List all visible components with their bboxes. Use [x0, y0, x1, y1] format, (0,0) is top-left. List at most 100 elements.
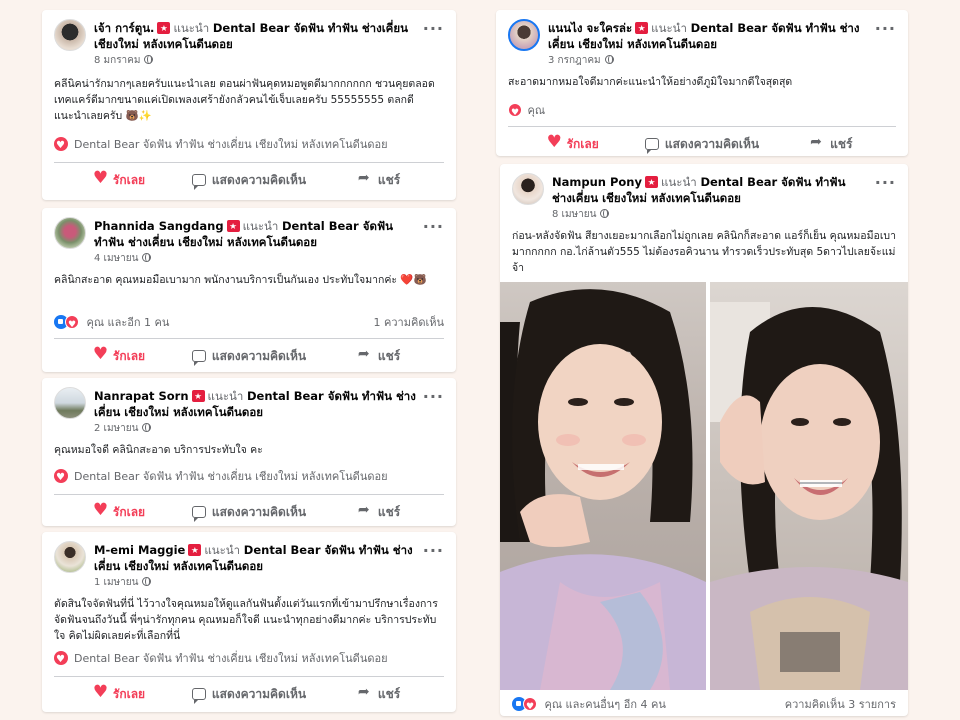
post-date-row: 3 กรกฎาคม: [548, 53, 868, 69]
after-photo[interactable]: [710, 282, 908, 690]
reaction-stats: คุณ และอีก 1 คน 1 ความคิดเห็น: [42, 312, 456, 336]
review-post: แนนไง จะใครล่ะ แนะนำ Dental Bear จัดฟัน ท…: [496, 10, 908, 156]
action-bar: รักเลย แสดงความคิดเห็น แชร์: [42, 495, 456, 526]
more-options-icon[interactable]: ···: [875, 21, 896, 37]
comment-icon: [191, 687, 206, 704]
love-button[interactable]: รักเลย: [54, 682, 184, 704]
comment-label: แสดงความคิดเห็น: [211, 504, 307, 519]
share-button[interactable]: แชร์: [767, 134, 896, 154]
globe-icon: [142, 577, 152, 586]
share-icon: [358, 502, 372, 518]
comment-button[interactable]: แสดงความคิดเห็น: [637, 135, 766, 154]
reaction-count[interactable]: คุณ และคนอื่นๆ อีก 4 คน: [545, 698, 666, 711]
love-label: รักเลย: [112, 172, 146, 187]
share-label: แชร์: [377, 504, 401, 519]
avatar[interactable]: [54, 541, 86, 573]
comment-label: แสดงความคิดเห็น: [211, 172, 307, 187]
comment-icon: [191, 505, 206, 522]
share-button[interactable]: แชร์: [314, 684, 444, 704]
more-options-icon[interactable]: ···: [423, 543, 444, 559]
love-label: รักเลย: [112, 348, 146, 363]
share-icon: [810, 134, 824, 150]
love-label: รักเลย: [112, 686, 146, 701]
recommend-icon: [635, 22, 649, 34]
share-icon: [358, 684, 372, 700]
share-label: แชร์: [377, 348, 401, 363]
comment-button[interactable]: แสดงความคิดเห็น: [184, 685, 314, 704]
love-button[interactable]: รักเลย: [508, 132, 637, 154]
share-label: แชร์: [830, 136, 853, 151]
love-button[interactable]: รักเลย: [54, 500, 184, 522]
share-label: แชร์: [377, 172, 401, 187]
comment-label: แสดงความคิดเห็น: [664, 136, 760, 151]
action-bar: รักเลย แสดงความคิดเห็น แชร์: [42, 163, 456, 197]
heart-icon: [93, 344, 108, 364]
love-button[interactable]: รักเลย: [54, 344, 184, 366]
heart-icon: [547, 132, 562, 152]
author-name[interactable]: Nanrapat Sorn: [94, 389, 189, 403]
more-options-icon[interactable]: ···: [423, 389, 444, 405]
avatar[interactable]: [54, 19, 86, 51]
comment-icon: [191, 173, 206, 190]
author-name[interactable]: แนนไง จะใครล่ะ: [548, 21, 632, 35]
post-date[interactable]: 8 เมษายน: [552, 209, 596, 220]
author-name[interactable]: M-emi Maggie: [94, 543, 185, 557]
action-bar: รักเลย แสดงความคิดเห็น แชร์: [496, 127, 908, 156]
avatar[interactable]: [54, 387, 86, 419]
recommend-page-name[interactable]: Dental Bear จัดฟัน ทำฟัน ช่างเคี่ยน เชีย…: [74, 470, 388, 483]
action-bar: รักเลย แสดงความคิดเห็น แชร์: [42, 339, 456, 372]
avatar[interactable]: [508, 19, 540, 51]
more-options-icon[interactable]: ···: [423, 219, 444, 235]
comment-label: แสดงความคิดเห็น: [211, 348, 307, 363]
review-text: สะอาดมากหมอใจดีมากค่ะแนะนำให้อย่างดีภูมิ…: [508, 76, 793, 88]
share-button[interactable]: แชร์: [314, 170, 444, 190]
love-reaction-icon: [523, 696, 537, 716]
avatar[interactable]: [512, 173, 544, 205]
comment-button[interactable]: แสดงความคิดเห็น: [184, 503, 314, 522]
avatar[interactable]: [54, 217, 86, 249]
recommend-icon: [226, 220, 240, 232]
comment-count[interactable]: ความคิดเห็น 3 รายการ: [785, 694, 896, 716]
share-button[interactable]: แชร์: [314, 346, 444, 366]
person-photo-illustration: [710, 302, 908, 690]
globe-icon: [144, 55, 154, 64]
heart-icon: [93, 168, 108, 188]
share-icon: [358, 170, 372, 186]
review-post: เจ้า การ์ตูน. แนะนำ Dental Bear จัดฟัน ทำ…: [42, 10, 456, 200]
more-options-icon[interactable]: ···: [423, 21, 444, 37]
author-name[interactable]: เจ้า การ์ตูน.: [94, 21, 154, 35]
love-label: รักเลย: [566, 136, 599, 151]
review-text: คลีนิคน่ารักมากๆเลยครับแนะนำเลย ตอนผ่าฟั…: [54, 78, 435, 122]
post-date[interactable]: 3 กรกฎาคม: [548, 55, 601, 66]
reaction-stats: คุณ: [496, 100, 908, 124]
recommend-page-name[interactable]: Dental Bear จัดฟัน ทำฟัน ช่างเคี่ยน เชีย…: [74, 652, 388, 665]
comment-label: แสดงความคิดเห็น: [211, 686, 307, 701]
post-date[interactable]: 4 เมษายน: [94, 253, 138, 264]
post-date-row: 1 เมษายน: [94, 575, 416, 591]
love-button[interactable]: รักเลย: [54, 168, 184, 190]
post-date[interactable]: 8 มกราคม: [94, 55, 140, 66]
author-name[interactable]: Phannida Sangdang: [94, 219, 224, 233]
review-text: ตัดสินใจจัดฟันที่นี่ ไว้วางใจคุณหมอให้ดู…: [54, 598, 438, 642]
recommend-page-name[interactable]: Dental Bear จัดฟัน ทำฟัน ช่างเคี่ยน เชีย…: [74, 138, 388, 151]
post-date-row: 4 เมษายน: [94, 251, 416, 267]
action-bar: รักเลย แสดงความคิดเห็น แชร์: [42, 677, 456, 711]
post-date[interactable]: 2 เมษายน: [94, 423, 138, 434]
reaction-count[interactable]: คุณ: [528, 104, 546, 117]
comment-button[interactable]: แสดงความคิดเห็น: [184, 171, 314, 190]
review-text: คลินิกสะอาด คุณหมอมือเบามาก พนักงานบริกา…: [54, 274, 427, 286]
author-name[interactable]: Nampun Pony: [552, 175, 642, 189]
before-photo[interactable]: [500, 282, 706, 690]
love-label: รักเลย: [112, 504, 146, 519]
review-post: Nampun Pony แนะนำ Dental Bear จัดฟัน ทำฟั…: [500, 164, 908, 716]
comment-button[interactable]: แสดงความคิดเห็น: [184, 347, 314, 366]
heart-icon: [93, 500, 108, 520]
more-options-icon[interactable]: ···: [875, 175, 896, 191]
comment-icon: [644, 137, 659, 154]
post-date-row: 8 มกราคม: [94, 53, 416, 69]
share-button[interactable]: แชร์: [314, 502, 444, 522]
comment-count[interactable]: 1 ความคิดเห็น: [374, 312, 445, 334]
post-date[interactable]: 1 เมษายน: [94, 577, 138, 588]
reaction-count[interactable]: คุณ และอีก 1 คน: [87, 316, 170, 329]
love-reaction-icon: [65, 314, 79, 336]
